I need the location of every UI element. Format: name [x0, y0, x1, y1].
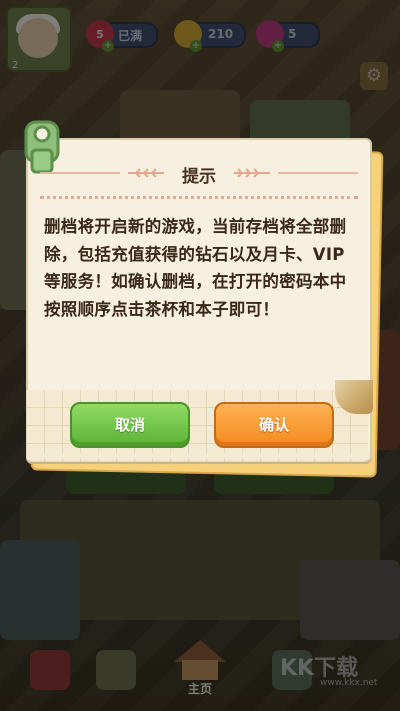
confirm-button[interactable]: 确认: [214, 402, 334, 448]
title-line-right: [278, 172, 358, 174]
dialog-message: 删档将开启新的游戏，当前存档将全部删除，包括充值获得的钻石以及月卡、VIP等服务…: [44, 217, 347, 319]
dialog-header: 提示: [40, 156, 358, 190]
cancel-button[interactable]: 取消: [70, 402, 190, 448]
wheat-decoration-right-icon: [234, 168, 270, 178]
title-divider: [40, 196, 358, 199]
dialog-title: 提示: [182, 167, 216, 187]
dialog-scalloped-edge: [30, 453, 370, 465]
